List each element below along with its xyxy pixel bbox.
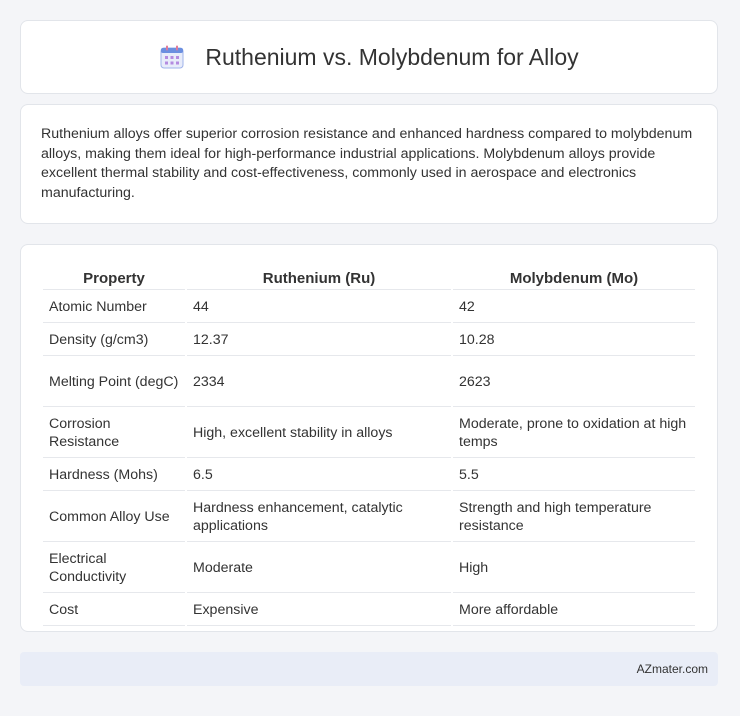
molybdenum-cell: 42: [453, 292, 695, 323]
property-cell: Melting Point (degC): [43, 358, 185, 407]
molybdenum-cell: High: [453, 544, 695, 593]
comparison-table: Property Ruthenium (Ru) Molybdenum (Mo) …: [41, 263, 697, 628]
molybdenum-cell: 2623: [453, 358, 695, 407]
table-row: Density (g/cm3) 12.37 10.28: [43, 325, 695, 356]
calendar-icon: [159, 44, 185, 70]
table-row: Melting Point (degC) 2334 2623: [43, 358, 695, 407]
molybdenum-cell: 5.5: [453, 460, 695, 491]
property-cell: Density (g/cm3): [43, 325, 185, 356]
ruthenium-cell: 12.37: [187, 325, 451, 356]
molybdenum-cell: More affordable: [453, 595, 695, 626]
ruthenium-cell: Expensive: [187, 595, 451, 626]
column-header-molybdenum: Molybdenum (Mo): [453, 265, 695, 290]
molybdenum-cell: Moderate, prone to oxidation at high tem…: [453, 409, 695, 458]
footer-bar: AZmater.com: [20, 652, 718, 686]
ruthenium-cell: Moderate: [187, 544, 451, 593]
table-row: Cost Expensive More affordable: [43, 595, 695, 626]
table-row: Atomic Number 44 42: [43, 292, 695, 323]
molybdenum-cell: 10.28: [453, 325, 695, 356]
title-card: Ruthenium vs. Molybdenum for Alloy: [20, 20, 718, 94]
table-row: Electrical Conductivity Moderate High: [43, 544, 695, 593]
ruthenium-cell: 44: [187, 292, 451, 323]
property-cell: Corrosion Resistance: [43, 409, 185, 458]
ruthenium-cell: 2334: [187, 358, 451, 407]
property-cell: Hardness (Mohs): [43, 460, 185, 491]
column-header-property: Property: [43, 265, 185, 290]
ruthenium-cell: 6.5: [187, 460, 451, 491]
ruthenium-cell: High, excellent stability in alloys: [187, 409, 451, 458]
table-row: Common Alloy Use Hardness enhancement, c…: [43, 493, 695, 542]
intro-card: Ruthenium alloys offer superior corrosio…: [20, 104, 718, 224]
table-row: Hardness (Mohs) 6.5 5.5: [43, 460, 695, 491]
ruthenium-cell: Hardness enhancement, catalytic applicat…: [187, 493, 451, 542]
table-row: Corrosion Resistance High, excellent sta…: [43, 409, 695, 458]
comparison-table-card: Property Ruthenium (Ru) Molybdenum (Mo) …: [20, 244, 718, 632]
page-title: Ruthenium vs. Molybdenum for Alloy: [205, 43, 579, 70]
property-cell: Cost: [43, 595, 185, 626]
column-header-ruthenium: Ruthenium (Ru): [187, 265, 451, 290]
property-cell: Common Alloy Use: [43, 493, 185, 542]
footer-brand: AZmater.com: [636, 662, 708, 676]
molybdenum-cell: Strength and high temperature resistance: [453, 493, 695, 542]
property-cell: Atomic Number: [43, 292, 185, 323]
property-cell: Electrical Conductivity: [43, 544, 185, 593]
table-header-row: Property Ruthenium (Ru) Molybdenum (Mo): [43, 265, 695, 290]
intro-text: Ruthenium alloys offer superior corrosio…: [41, 126, 693, 201]
